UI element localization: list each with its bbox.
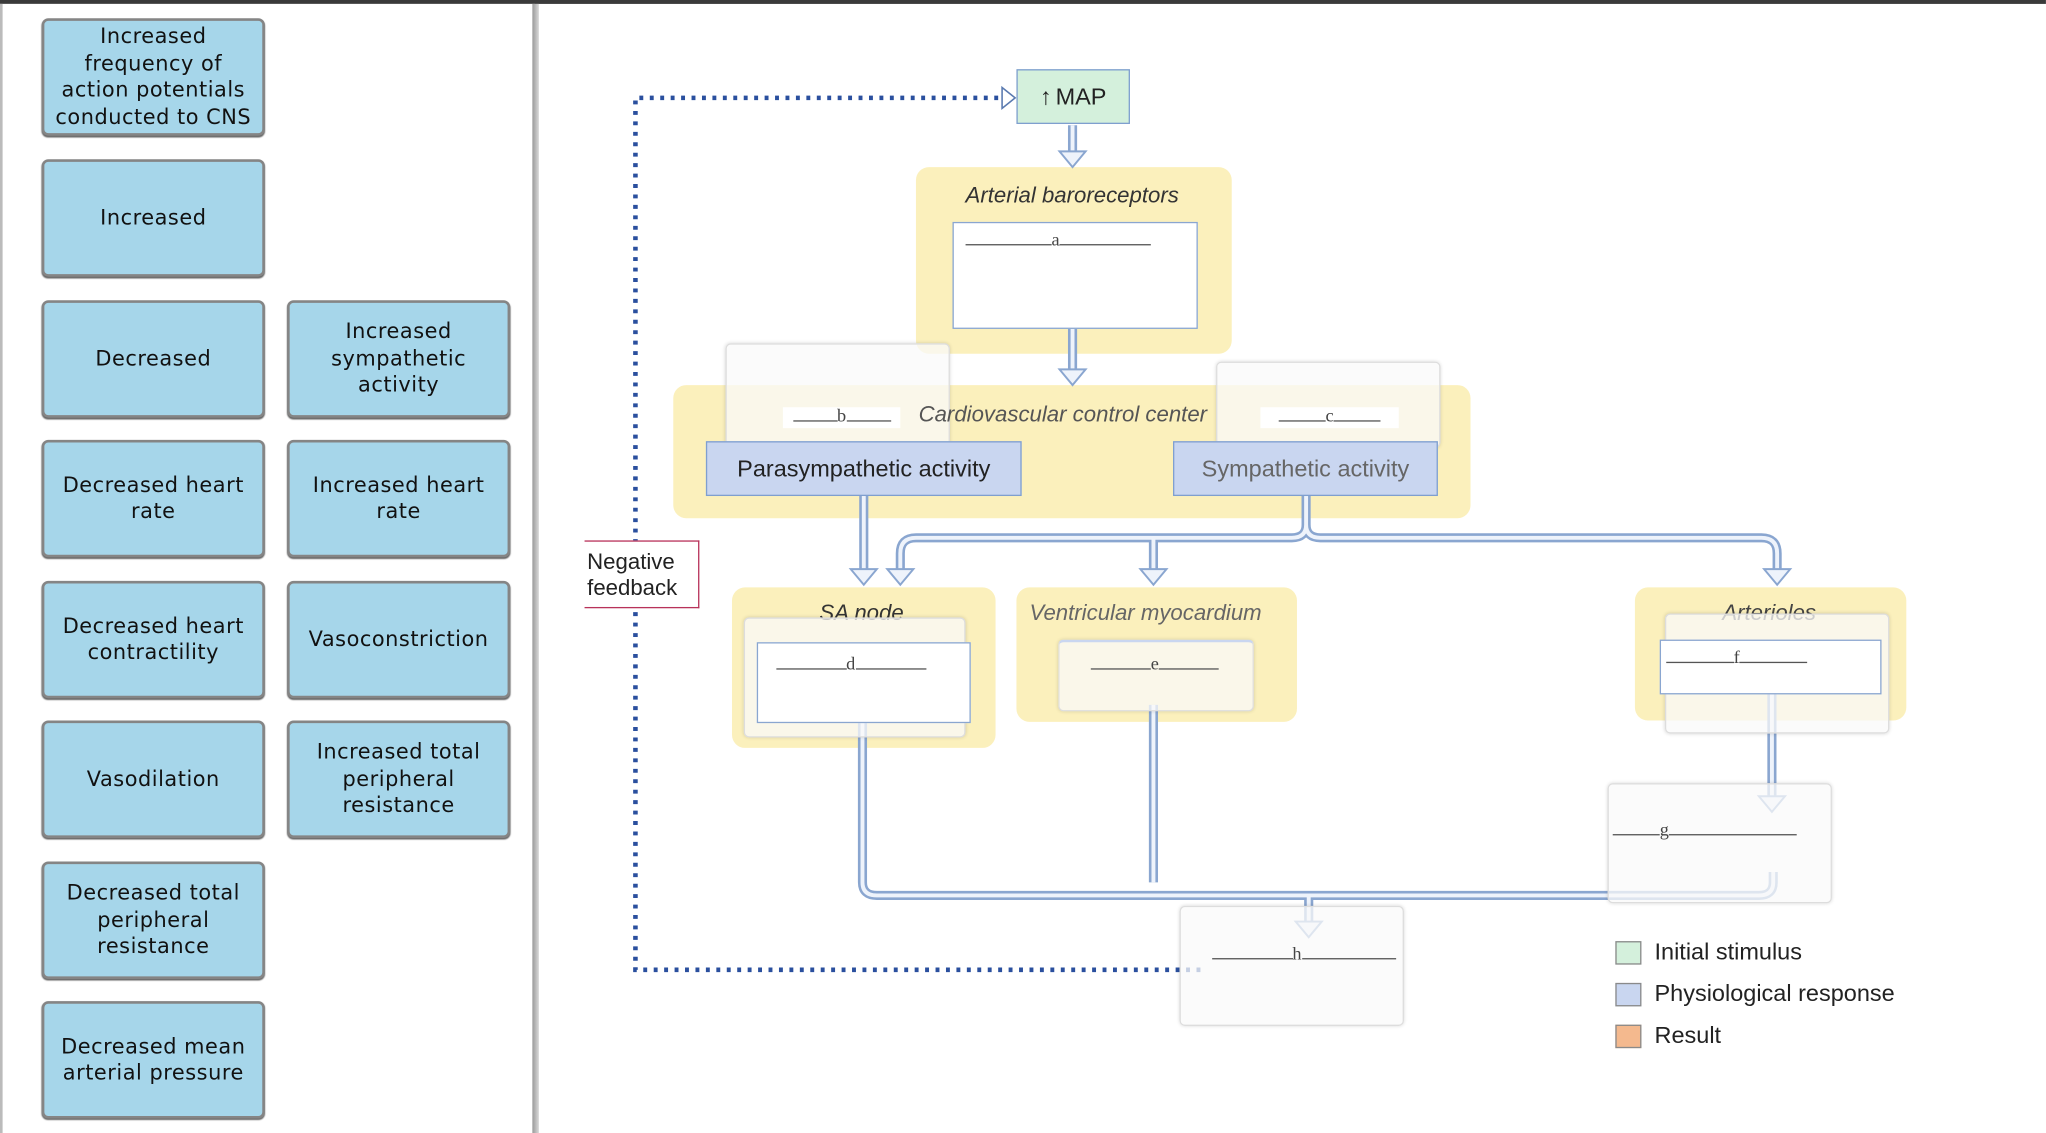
drop-target-b[interactable] xyxy=(725,343,950,448)
blank-label-e: e xyxy=(1083,655,1227,676)
sympathetic-label: Sympathetic activity xyxy=(1201,454,1410,482)
blank-label-a: a xyxy=(960,231,1156,252)
negative-feedback-label: Negative feedback xyxy=(584,540,700,609)
blank-label-c: c xyxy=(1260,407,1399,429)
legend-label: Physiological response xyxy=(1654,980,1895,1007)
stage: Increased frequency of action potentials… xyxy=(0,0,2046,1133)
up-arrow-icon: ↑ xyxy=(1039,82,1052,109)
legend-physiological-response: Physiological response xyxy=(1615,980,1895,1007)
parasympathetic-label: Parasympathetic activity xyxy=(737,454,991,482)
blank-label-g: g xyxy=(1612,821,1804,842)
baroreceptors-title: Arterial baroreceptors xyxy=(965,182,1179,208)
control-center-title: Cardiovascular control center xyxy=(918,402,1208,427)
drop-target-c[interactable] xyxy=(1216,361,1441,448)
legend-swatch xyxy=(1615,1024,1642,1048)
blank-label-h: h xyxy=(1208,945,1399,966)
feedback-arrowhead xyxy=(1001,85,1017,110)
blank-label-f: f xyxy=(1662,649,1811,670)
blank-label-b: b xyxy=(782,407,901,429)
legend-label: Initial stimulus xyxy=(1654,938,1802,965)
legend-swatch xyxy=(1615,982,1642,1006)
legend-label: Result xyxy=(1654,1022,1722,1049)
legend-swatch xyxy=(1615,940,1642,964)
map-label: MAP xyxy=(1055,82,1107,109)
legend-result: Result xyxy=(1615,1022,1721,1049)
sympathetic-activity-box: Sympathetic activity xyxy=(1173,441,1438,497)
parasympathetic-activity-box: Parasympathetic activity xyxy=(705,441,1022,497)
drop-target-g[interactable] xyxy=(1607,783,1832,904)
ventricular-title: Ventricular myocardium xyxy=(1029,600,1262,626)
legend-initial-stimulus: Initial stimulus xyxy=(1615,939,1802,966)
map-stimulus-box: ↑ MAP xyxy=(1016,69,1130,125)
blank-label-d: d xyxy=(772,655,929,676)
